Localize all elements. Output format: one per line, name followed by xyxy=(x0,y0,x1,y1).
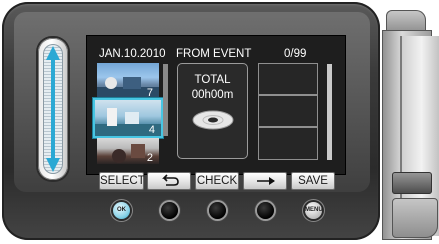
zoom-slider[interactable] xyxy=(38,38,68,180)
thumbnail-number: 7 xyxy=(146,87,153,99)
return-arrow-icon xyxy=(162,174,179,186)
select-button[interactable]: SELECT xyxy=(99,172,145,190)
right-arrow-icon xyxy=(257,177,275,185)
thumbnail-scrollbar[interactable] xyxy=(163,64,168,136)
control-button-2[interactable] xyxy=(161,202,178,219)
back-button[interactable] xyxy=(147,172,191,190)
thumbnail-number: 4 xyxy=(148,124,155,136)
ok-button[interactable]: OK xyxy=(113,202,130,219)
total-label: TOTAL xyxy=(194,74,231,86)
empty-slot xyxy=(258,63,318,95)
video-thumbnail[interactable]: 7 xyxy=(97,63,159,99)
thumbnail-number: 2 xyxy=(146,152,153,164)
screen-title: FROM EVENT xyxy=(176,48,252,60)
video-thumbnail-selected[interactable]: 4 xyxy=(95,100,161,136)
empty-slot xyxy=(258,95,318,127)
total-time: 00h00m xyxy=(191,89,234,101)
control-button-3[interactable] xyxy=(209,202,226,219)
ok-label: OK xyxy=(117,207,126,213)
control-button-4[interactable] xyxy=(257,202,274,219)
check-button[interactable]: CHECK xyxy=(195,172,239,190)
hinge-foot xyxy=(392,198,438,238)
menu-label: MENU xyxy=(305,207,323,213)
next-button[interactable] xyxy=(243,172,287,190)
menu-button[interactable]: MENU xyxy=(305,202,323,219)
up-down-arrow-icon xyxy=(46,46,60,172)
video-thumbnail[interactable]: 2 xyxy=(97,138,159,164)
hinge-block xyxy=(392,172,432,194)
empty-slot xyxy=(258,127,318,160)
disc-icon xyxy=(192,110,234,130)
selection-count: 0/99 xyxy=(284,48,307,60)
save-button[interactable]: SAVE xyxy=(291,172,335,190)
list-scrollbar[interactable] xyxy=(327,64,332,160)
event-date: JAN.10.2010 xyxy=(99,48,166,60)
